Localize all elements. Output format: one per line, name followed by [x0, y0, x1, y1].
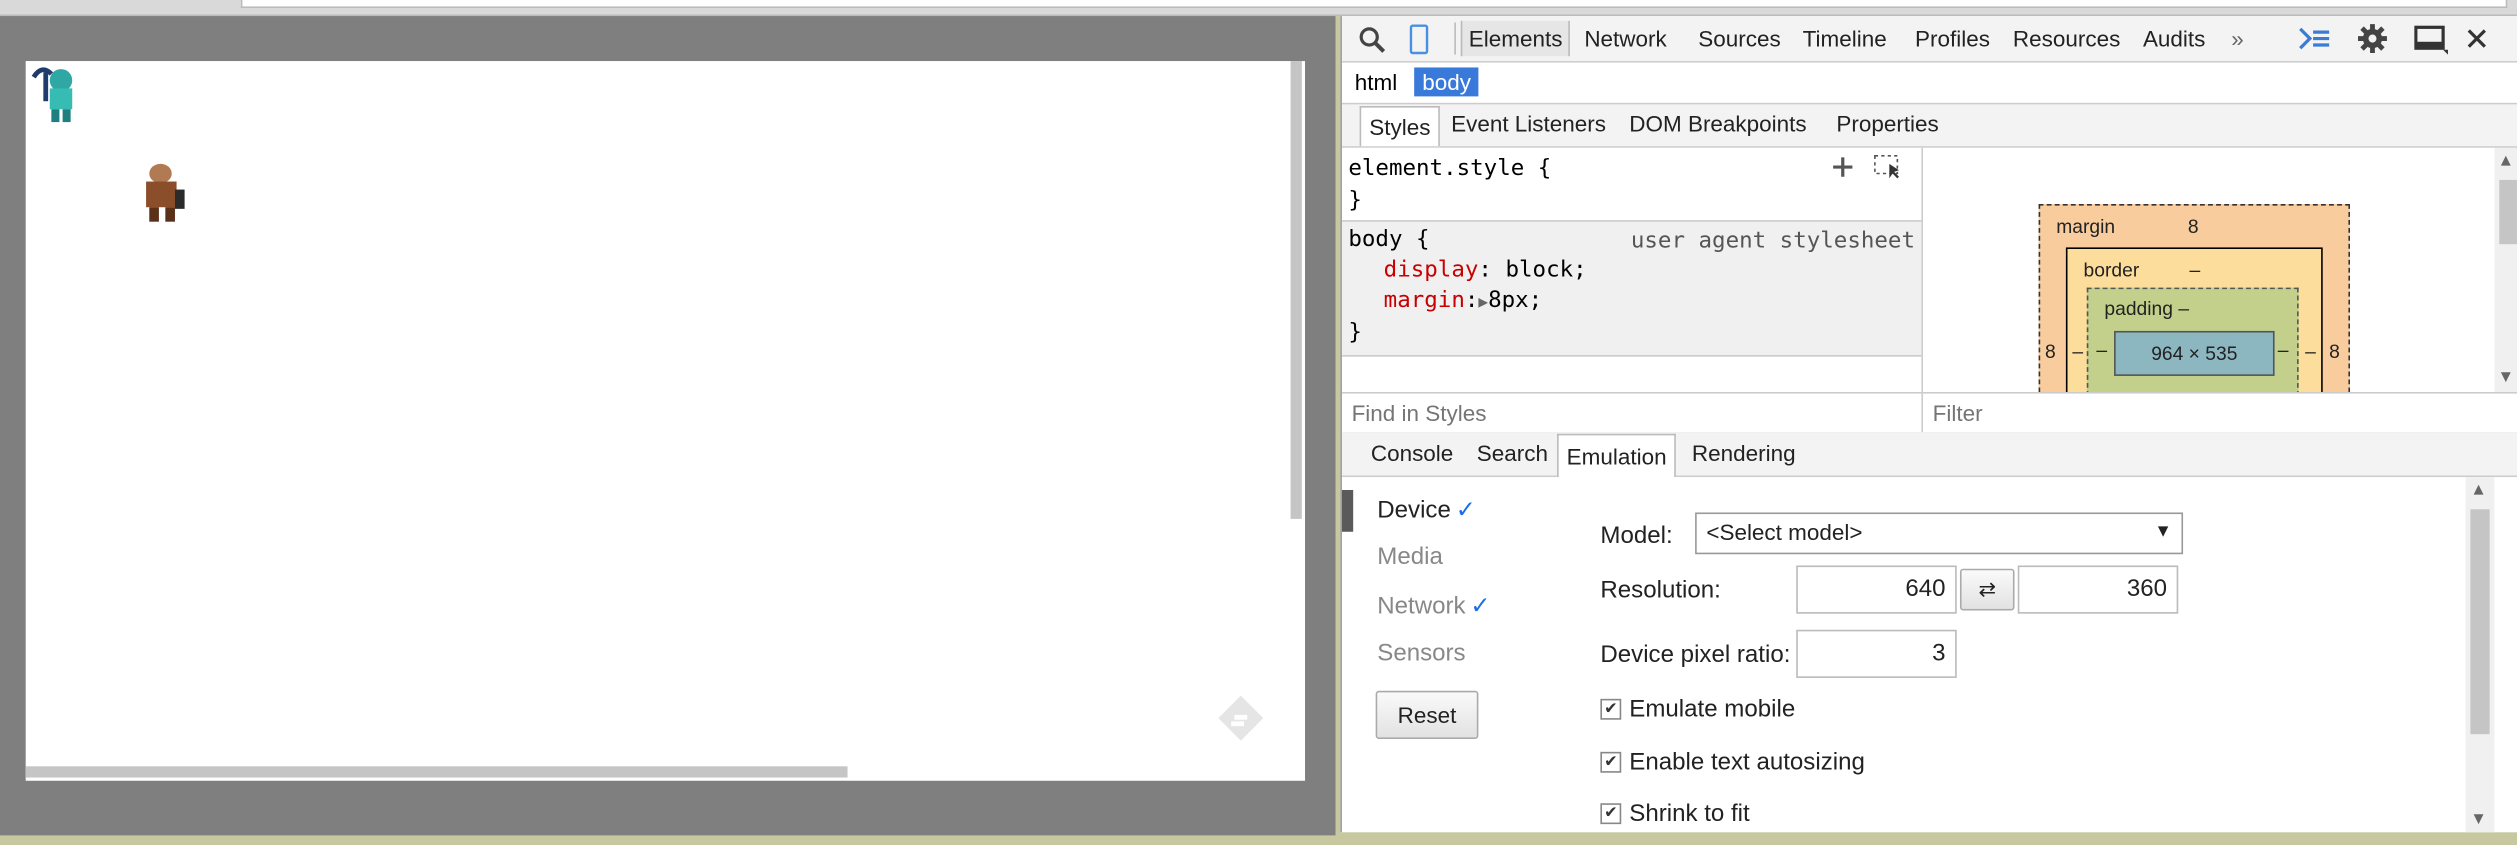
- prop-margin[interactable]: margin:▶8px;: [1348, 286, 1586, 318]
- element-style-close: }: [1348, 187, 1362, 214]
- breadcrumb-body[interactable]: body: [1414, 67, 1479, 97]
- model-select[interactable]: <Select model> ▼: [1695, 512, 2184, 555]
- body-close: }: [1348, 319, 1362, 346]
- browser-top-bar: [0, 0, 2517, 17]
- dpr-label: Device pixel ratio:: [1600, 640, 1791, 669]
- tab-search[interactable]: Search: [1477, 440, 1548, 466]
- text-autosizing-label: Enable text autosizing: [1629, 748, 1865, 776]
- styles-pane: element.style { } body { display: block;…: [1341, 147, 1924, 392]
- feedly-icon[interactable]: [1215, 692, 1266, 743]
- text-autosizing-checkbox[interactable]: ✔: [1600, 751, 1622, 773]
- emulate-mobile-checkbox[interactable]: ✔: [1600, 698, 1622, 720]
- element-state-icon[interactable]: [1873, 154, 1905, 180]
- shrink-to-fit-checkbox[interactable]: ✔: [1600, 803, 1622, 825]
- drawer-tabs: Console Search Emulation Rendering: [1341, 432, 2517, 478]
- styles-scrollbar[interactable]: ▲ ▼: [2494, 147, 2517, 392]
- box-model: margin 8 8 8 border – – – padding – – – …: [1923, 147, 2495, 392]
- add-rule-icon[interactable]: [1832, 156, 1854, 178]
- find-in-styles-input[interactable]: [1348, 398, 1917, 428]
- selected-indicator: [1341, 489, 1354, 532]
- device-pixel-ratio-field[interactable]: 3: [1796, 629, 1957, 678]
- device-mode-icon[interactable]: [1409, 24, 1429, 55]
- swap-dimensions-button[interactable]: ⇄: [1959, 568, 2015, 611]
- styles-filter-row: [1341, 391, 2517, 434]
- box-model-content[interactable]: 964 × 535: [2114, 330, 2275, 376]
- tab-resources[interactable]: Resources: [2013, 26, 2120, 52]
- tab-console[interactable]: Console: [1371, 440, 1453, 466]
- devtools-toolbar: Elements Network Sources Timeline Profil…: [1341, 16, 2517, 63]
- search-icon[interactable]: [1358, 26, 1387, 55]
- box-model-border[interactable]: border – – – padding – – – 964 × 535: [2065, 247, 2323, 392]
- model-label: Model:: [1600, 522, 1673, 550]
- tab-rendering[interactable]: Rendering: [1692, 440, 1796, 466]
- ua-rule: body { display: block; margin:▶8px; } us…: [1341, 220, 1922, 357]
- box-model-padding[interactable]: padding – – – 964 × 535: [2086, 287, 2299, 392]
- element-style-selector[interactable]: element.style {: [1348, 153, 1551, 185]
- breadcrumb: html body: [1341, 62, 2517, 105]
- character-sprite-dwarf: [146, 163, 185, 222]
- gear-icon[interactable]: [2356, 22, 2388, 54]
- prop-display[interactable]: display: block;: [1348, 255, 1587, 286]
- more-tabs-button[interactable]: »: [2231, 26, 2244, 52]
- breadcrumb-html[interactable]: html: [1347, 67, 1406, 96]
- tab-timeline[interactable]: Timeline: [1803, 26, 1887, 52]
- emulation-sensors[interactable]: Sensors: [1377, 639, 1465, 666]
- tab-profiles[interactable]: Profiles: [1915, 26, 1990, 52]
- resolution-height-field[interactable]: 360: [2017, 565, 2179, 614]
- sidebar-tabs: Styles Event Listeners DOM Breakpoints P…: [1341, 104, 2517, 148]
- box-model-margin[interactable]: margin 8 8 8 border – – – padding – – – …: [2038, 204, 2351, 392]
- tab-event-listeners[interactable]: Event Listeners: [1451, 111, 1606, 137]
- page-vertical-scrollbar[interactable]: [1290, 61, 1302, 519]
- tab-properties[interactable]: Properties: [1836, 111, 1938, 137]
- shrink-to-fit-label: Shrink to fit: [1629, 800, 1750, 828]
- tab-styles[interactable]: Styles: [1359, 106, 1441, 147]
- filter-input[interactable]: [1929, 398, 2498, 428]
- tab-elements[interactable]: Elements: [1460, 20, 1571, 57]
- resolution-width-field[interactable]: 640: [1796, 565, 1957, 614]
- devtools-panel: Elements Network Sources Timeline Profil…: [1340, 16, 2517, 833]
- dock-icon[interactable]: [2414, 24, 2449, 56]
- emulated-page[interactable]: [25, 61, 1306, 781]
- emulation-media[interactable]: Media: [1377, 543, 1443, 570]
- body-selector[interactable]: body {: [1348, 225, 1586, 256]
- tab-sources[interactable]: Sources: [1698, 26, 1780, 52]
- tab-network[interactable]: Network: [1584, 26, 1666, 52]
- emulation-panel: Device ✓ Media Network ✓ Sensors Reset Mod…: [1341, 477, 2517, 833]
- emulate-mobile-label: Emulate mobile: [1629, 695, 1796, 723]
- tab-emulation[interactable]: Emulation: [1557, 433, 1677, 478]
- emulation-device[interactable]: Device ✓: [1377, 495, 1476, 523]
- emulation-scrollbar[interactable]: ▲ ▼: [2465, 477, 2495, 833]
- close-icon[interactable]: [2467, 29, 2486, 48]
- ua-stylesheet-label: user agent stylesheet: [1630, 228, 1916, 254]
- character-sprite-knight: [31, 67, 73, 123]
- emulation-network[interactable]: Network ✓: [1377, 591, 1490, 620]
- tab-dom-breakpoints[interactable]: DOM Breakpoints: [1629, 111, 1806, 137]
- tab-audits[interactable]: Audits: [2143, 26, 2205, 52]
- console-drawer-icon[interactable]: [2299, 26, 2331, 52]
- reset-button[interactable]: Reset: [1375, 690, 1479, 739]
- resolution-label: Resolution:: [1600, 576, 1721, 605]
- address-bar[interactable]: [240, 0, 2508, 9]
- page-horizontal-scrollbar[interactable]: [25, 766, 848, 778]
